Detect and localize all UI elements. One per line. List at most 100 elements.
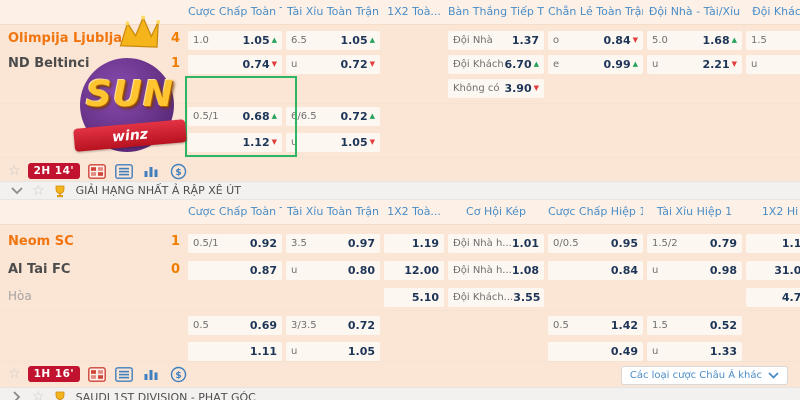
odds-cell[interactable]: u0.98 [647,261,742,280]
odds-cell[interactable]: u1.33 [647,342,742,361]
odds-cell[interactable]: 1.11 [188,342,282,361]
odds-value: 6.70 [504,58,531,71]
league-header[interactable]: ☆ GIẢI HẠNG NHẤT Ả RẬP XÊ ÚT [0,181,800,200]
column-header: Cược Chấp Toàn T... [188,205,282,221]
odds-cell[interactable]: Không có3.90▼ [448,79,544,98]
odds-cell[interactable]: e0.99▲ [548,55,643,74]
match-time-badge: 2H 14' [28,163,81,179]
handicap-line: 3/3.5 [291,320,317,331]
cashout-icon[interactable]: $ [168,366,188,383]
column-header: Đội Nhà - Tài/Xỉu [647,5,742,21]
odds-value: 0.52 [710,319,737,332]
handicap-line: 3.5 [291,238,307,249]
handicap-line: o [553,35,559,46]
odds-value: 1.08 [512,264,539,277]
odds-cell[interactable]: 1.50.52 [647,316,742,335]
odds-value: 0.92 [250,237,277,250]
trend-down-icon: ▼ [370,139,375,146]
chevron-right-icon[interactable] [10,389,24,400]
team-name-home: Neom SC [8,234,74,249]
odds-cell[interactable]: 0.49 [548,342,643,361]
handicap-line: 0.5 [193,320,209,331]
handicap-line: u [291,346,297,357]
odds-cell[interactable]: 1.01.05▲ [188,31,282,50]
odds-cell[interactable]: 0.51.42 [548,316,643,335]
odds-cell[interactable]: 12.00 [384,261,444,280]
odds-cell[interactable]: Đội Nhà h...1.01 [448,234,544,253]
odds-value: 3.55 [513,291,540,304]
odds-value: 1.37 [512,34,539,47]
chevron-down-icon[interactable] [10,182,24,199]
pitch-tracker-icon[interactable] [87,163,107,180]
handicap-line: u [291,265,297,276]
column-header: 1X2 Toà... [384,205,444,221]
odds-value: 0.84 [603,34,630,47]
league-header[interactable]: ☆ SAUDI 1ST DIVISION - PHẠT GÓC [0,387,800,400]
stats-chart-icon[interactable] [141,366,161,383]
odds-value: 0.99 [603,58,630,71]
odds-cell[interactable]: 1.5 [746,31,800,50]
odds-cell[interactable]: o0.84▼ [548,31,643,50]
odds-cell[interactable]: 1.5/20.79 [647,234,742,253]
odds-cell[interactable]: Đội Nhà1.37 [448,31,544,50]
handicap-line: 1.0 [193,35,209,46]
team-score: 0 [160,262,180,277]
pitch-tracker-icon[interactable] [87,366,107,383]
favorite-star-icon[interactable]: ☆ [8,367,21,381]
trend-down-icon: ▼ [732,61,737,68]
odds-cell[interactable]: u [746,55,800,74]
stats-chart-icon[interactable] [141,163,161,180]
handicap-line: u [291,59,297,70]
cashout-icon[interactable]: $ [168,163,188,180]
column-header: Cơ Hội Kép [448,205,544,221]
odds-value: 4.70 [782,291,800,304]
handicap-line: e [553,59,559,70]
trend-down-icon: ▼ [534,85,539,92]
svg-text:$: $ [175,168,181,178]
odds-value: 0.80 [348,264,375,277]
market-board-icon[interactable] [114,366,134,383]
favorite-star-icon[interactable]: ☆ [8,164,21,178]
market-board-icon[interactable] [114,163,134,180]
column-header: Tài Xỉu Toàn Trận [286,5,380,21]
odds-cell[interactable]: 0/0.50.95 [548,234,643,253]
handicap-line: 5.0 [652,35,668,46]
odds-cell[interactable]: u0.72▼ [286,55,380,74]
odds-cell[interactable]: 1.14 [746,234,800,253]
odds-cell[interactable]: 31.00 [746,261,800,280]
odds-cell[interactable]: 0.74▼ [188,55,282,74]
odds-cell[interactable]: Đội Khách...3.55 [448,288,544,307]
team-score: 1 [160,234,180,249]
handicap-line: 0.5 [553,320,569,331]
odds-cell[interactable]: 1.19 [384,234,444,253]
handicap-line: u [652,59,658,70]
odds-cell[interactable]: 5.10 [384,288,444,307]
odds-cell[interactable]: u1.05▼ [286,133,380,152]
odds-cell[interactable]: u1.05 [286,342,380,361]
odds-cell[interactable]: 4.70 [746,288,800,307]
odds-cell[interactable]: 0.5/10.92 [188,234,282,253]
favorite-star-icon[interactable]: ☆ [32,390,45,400]
column-header: Tài Xỉu Toàn Trận [286,205,380,221]
odds-cell[interactable]: 0.84 [548,261,643,280]
odds-value: 2.21 [702,58,729,71]
favorite-star-icon[interactable]: ☆ [32,184,45,198]
odds-cell[interactable]: 3.50.97 [286,234,380,253]
handicap-line: u [652,346,658,357]
odds-value: 0.79 [710,237,737,250]
odds-value: 1.68 [702,34,729,47]
other-asian-bets-dropdown[interactable]: Các loại cược Châu Á khác [621,366,788,385]
odds-cell[interactable]: 5.01.68▲ [647,31,742,50]
odds-cell[interactable]: u 0.80 [286,261,380,280]
odds-cell[interactable]: 3/3.50.72 [286,316,380,335]
odds-cell[interactable]: u 2.21▼ [647,55,742,74]
odds-cell[interactable]: 6/6.50.72▲ [286,107,380,126]
odds-cell[interactable]: 0.87 [188,261,282,280]
odds-cell[interactable]: Đội Khách6.70▲ [448,55,544,74]
column-header: Tài Xỉu Hiệp 1 [647,205,742,221]
column-header: 1X2 Toà... [384,5,444,21]
odds-cell[interactable]: 0.50.69 [188,316,282,335]
odds-cell[interactable]: Đội Nhà h...1.08 [448,261,544,280]
odds-value: 0.98 [710,264,737,277]
odds-cell[interactable]: 6.51.05▲ [286,31,380,50]
